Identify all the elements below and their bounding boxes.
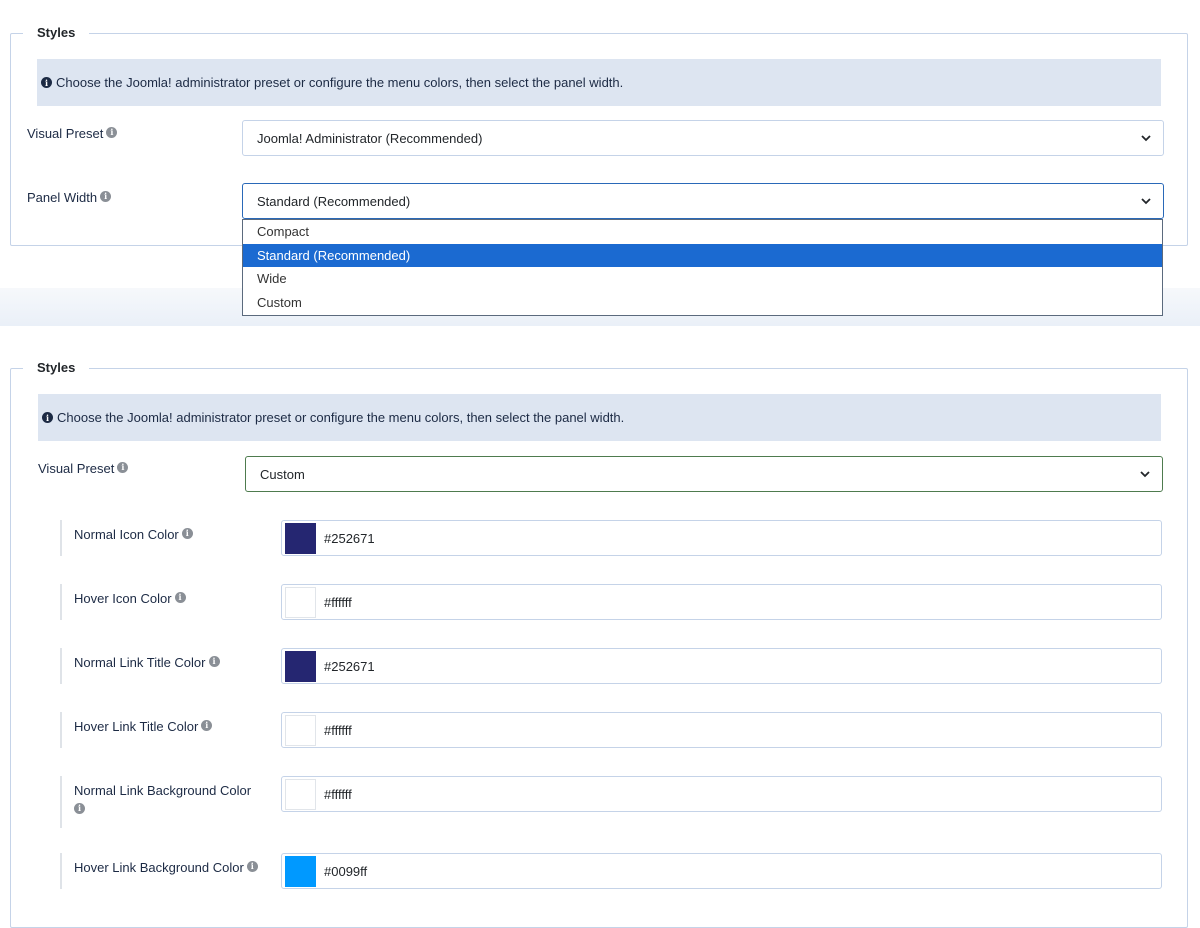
color-row-hover-icon: Hover Icon Color i #ffffff [60,584,1162,620]
dropdown-option-custom[interactable]: Custom [243,291,1162,315]
panel-width-select[interactable]: Standard (Recommended) [242,183,1164,219]
color-swatch[interactable] [285,586,316,618]
color-label: Normal Icon Color i [74,527,193,543]
panel-width-label-text: Panel Width [27,190,98,205]
color-swatch[interactable] [285,522,316,554]
color-input-hover-link-title[interactable]: #ffffff [281,712,1162,748]
color-label-text: Hover Icon Color [74,591,172,606]
help-circle-icon[interactable]: i [181,527,193,539]
color-swatch[interactable] [285,714,316,746]
color-value: #252671 [324,530,375,546]
help-circle-icon[interactable]: i [208,655,220,667]
color-label: Hover Link Title Color i [74,719,213,735]
help-circle-icon[interactable]: i [74,802,85,814]
panel-width-label: Panel Width i [27,190,112,205]
color-label: Normal Link Background Color i [74,783,274,815]
color-swatch[interactable] [285,778,316,810]
color-label-text: Hover Link Title Color [74,719,199,734]
chevron-down-icon [1141,198,1151,205]
color-input-normal-link-title[interactable]: #252671 [281,648,1162,684]
color-input-hover-link-bg[interactable]: #0099ff [281,853,1162,889]
help-circle-icon[interactable]: i [174,591,186,603]
row-indicator [60,853,62,889]
visual-preset-value: Joomla! Administrator (Recommended) [257,130,483,146]
color-value: #252671 [324,658,375,674]
fieldset-legend: Styles [23,360,90,375]
help-circle-icon[interactable]: i [246,860,258,872]
visual-preset-label: Visual Preset i [38,461,129,476]
color-value: #0099ff [324,863,368,879]
dropdown-option-compact[interactable]: Compact [243,220,1162,244]
info-circle-icon: i [41,77,52,88]
visual-preset-value: Custom [260,466,305,482]
chevron-down-icon [1140,471,1150,478]
color-row-hover-link-title: Hover Link Title Color i #ffffff [60,712,1162,748]
color-input-normal-link-bg[interactable]: #ffffff [281,776,1162,812]
chevron-down-icon [1141,135,1151,142]
row-indicator [60,520,62,556]
info-alert: i Choose the Joomla! administrator prese… [37,59,1161,106]
color-swatch[interactable] [285,650,316,682]
color-row-hover-link-bg: Hover Link Background Color i #0099ff [60,853,1162,889]
color-row-normal-link-bg: Normal Link Background Color i #ffffff [60,776,1162,828]
color-input-hover-icon[interactable]: #ffffff [281,584,1162,620]
help-circle-icon[interactable]: i [201,719,213,731]
color-label-text: Normal Link Background Color [74,783,252,798]
color-label: Hover Icon Color i [74,591,186,607]
color-value: #ffffff [324,594,352,610]
color-label-text: Normal Icon Color [74,527,179,542]
info-circle-icon: i [42,412,53,423]
color-input-normal-icon[interactable]: #252671 [281,520,1162,556]
color-value: #ffffff [324,786,352,802]
visual-preset-label-text: Visual Preset [38,461,115,476]
visual-preset-select[interactable]: Joomla! Administrator (Recommended) [242,120,1164,156]
panel-width-dropdown-list: Compact Standard (Recommended) Wide Cust… [242,219,1163,316]
color-label-text: Hover Link Background Color [74,860,244,875]
styles-fieldset-top: Styles i Choose the Joomla! administrato… [10,25,1188,246]
help-circle-icon[interactable]: i [106,126,118,138]
dropdown-option-standard[interactable]: Standard (Recommended) [243,243,1162,267]
row-indicator [60,712,62,748]
row-indicator [60,776,62,828]
info-alert: i Choose the Joomla! administrator prese… [38,394,1161,441]
visual-preset-label: Visual Preset i [27,126,118,141]
visual-preset-select[interactable]: Custom [245,456,1163,492]
dropdown-option-wide[interactable]: Wide [243,267,1162,291]
row-indicator [60,648,62,684]
fieldset-legend: Styles [23,25,90,40]
row-indicator [60,584,62,620]
color-label-text: Normal Link Title Color [74,655,206,670]
color-label: Hover Link Background Color i [74,860,258,876]
color-row-normal-icon: Normal Icon Color i #252671 [60,520,1162,556]
help-circle-icon[interactable]: i [117,461,129,473]
info-alert-text: Choose the Joomla! administrator preset … [57,410,625,425]
panel-width-value: Standard (Recommended) [257,193,411,209]
info-alert-text: Choose the Joomla! administrator preset … [56,75,624,90]
visual-preset-label-text: Visual Preset [27,126,104,141]
help-circle-icon[interactable]: i [100,190,112,202]
color-row-normal-link-title: Normal Link Title Color i #252671 [60,648,1162,684]
color-swatch[interactable] [285,855,316,887]
color-label: Normal Link Title Color i [74,655,220,671]
color-value: #ffffff [324,722,352,738]
